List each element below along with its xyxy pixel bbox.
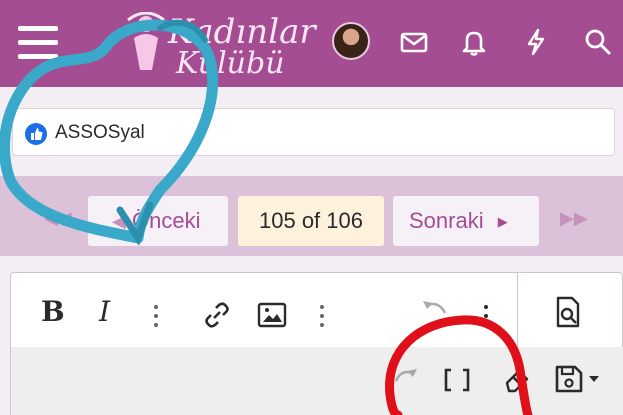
site-logo[interactable]: Kadınlar Kulübü bbox=[122, 8, 316, 81]
hamburger-menu-icon[interactable] bbox=[18, 26, 58, 60]
more-vertical-icon[interactable] bbox=[483, 305, 489, 331]
envelope-icon[interactable] bbox=[398, 26, 430, 58]
save-draft-icon[interactable] bbox=[553, 363, 605, 395]
bell-icon[interactable] bbox=[458, 26, 490, 58]
current-page-indicator[interactable]: 105 of 106 bbox=[238, 196, 384, 246]
brackets-icon[interactable] bbox=[441, 365, 473, 395]
social-username[interactable]: ASSOSyal bbox=[55, 122, 145, 144]
editor-secondary-toolbar bbox=[11, 347, 623, 415]
lightning-icon[interactable] bbox=[520, 26, 552, 58]
social-attribution-box: ASSOSyal bbox=[12, 108, 615, 156]
eraser-icon[interactable] bbox=[501, 363, 533, 395]
next-page-button[interactable]: Sonraki ▶ bbox=[393, 196, 539, 246]
logo-figure-icon bbox=[127, 12, 165, 70]
chevron-left-icon: ◀ bbox=[112, 211, 126, 231]
user-avatar[interactable] bbox=[332, 22, 370, 60]
next-page-label: Sonraki bbox=[409, 208, 484, 233]
more-options-icon-2[interactable] bbox=[319, 305, 325, 331]
page-navigation: ◀◀ ◀ Önceki 105 of 106 Sonraki ▶ ▶▶ bbox=[0, 176, 623, 256]
last-page-icon[interactable]: ▶▶ bbox=[560, 208, 588, 229]
search-icon[interactable] bbox=[582, 26, 614, 58]
first-page-icon[interactable]: ◀◀ bbox=[44, 208, 72, 229]
italic-button[interactable]: I bbox=[99, 295, 110, 328]
bold-button[interactable]: B bbox=[41, 295, 65, 328]
logo-text-line2: Kulübü bbox=[176, 46, 285, 81]
redo-icon[interactable] bbox=[391, 365, 421, 395]
undo-icon[interactable] bbox=[419, 297, 451, 325]
more-options-icon[interactable] bbox=[153, 305, 159, 331]
preview-icon bbox=[556, 296, 580, 328]
thumbs-up-icon bbox=[25, 123, 47, 145]
previous-page-button[interactable]: ◀ Önceki bbox=[88, 196, 228, 246]
top-navbar: Kadınlar Kulübü bbox=[0, 0, 623, 87]
post-editor: B I bbox=[10, 272, 623, 415]
link-icon[interactable] bbox=[201, 299, 233, 331]
preview-toggle[interactable] bbox=[517, 273, 623, 347]
image-icon[interactable] bbox=[257, 301, 287, 329]
previous-page-label: Önceki bbox=[132, 208, 201, 233]
chevron-right-icon: ▶ bbox=[497, 214, 508, 229]
